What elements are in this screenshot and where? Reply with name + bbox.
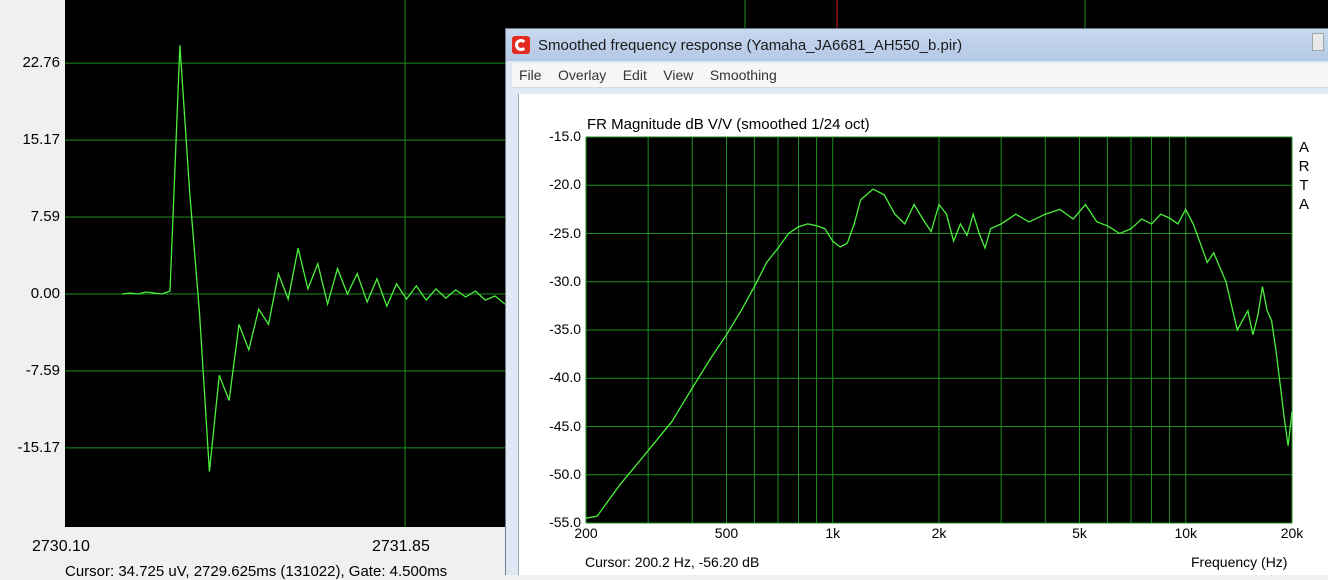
scroll-handle-icon[interactable] — [1312, 33, 1324, 51]
bg-y-tick: -7.59 — [25, 362, 60, 379]
menu-view[interactable]: View — [658, 63, 698, 87]
fr-x-tick: 1k — [825, 525, 841, 541]
bg-y-tick: -15.17 — [17, 439, 60, 456]
plot-client-area: FR Magnitude dB V/V (smoothed 1/24 oct) … — [518, 94, 1328, 575]
fr-y-tick: -15.0 — [549, 128, 581, 144]
frequency-response-window[interactable]: Smoothed frequency response (Yamaha_JA66… — [505, 28, 1328, 575]
menu-bar: File Overlay Edit View Smoothing — [512, 63, 1328, 88]
fr-y-tick: -45.0 — [549, 417, 581, 434]
bg-y-tick: 15.17 — [22, 131, 60, 148]
fr-x-tick: 5k — [1072, 525, 1087, 541]
arta-letter: R — [1298, 158, 1310, 175]
frequency-response-plot[interactable] — [519, 94, 1328, 576]
fr-y-tick: -50.0 — [549, 465, 581, 482]
arta-letter: T — [1299, 177, 1309, 194]
bg-x-tick: 2730.10 — [32, 538, 90, 555]
fr-x-tick: 2k — [931, 525, 947, 541]
fr-y-tick: -25.0 — [549, 224, 581, 241]
fr-x-tick: 10k — [1174, 525, 1198, 541]
bg-y-tick: 7.59 — [30, 208, 60, 225]
window-title-bar[interactable]: Smoothed frequency response (Yamaha_JA66… — [506, 29, 1328, 61]
window-title: Smoothed frequency response (Yamaha_JA66… — [538, 37, 963, 54]
fr-y-tick: -20.0 — [549, 176, 581, 193]
fr-x-tick: 500 — [714, 525, 739, 541]
cursor-readout: Cursor: 200.2 Hz, -56.20 dB — [585, 554, 760, 570]
bg-y-tick: 0.00 — [30, 285, 60, 302]
bg-x-tick: 2731.85 — [372, 538, 430, 555]
arta-app-icon[interactable] — [512, 36, 530, 54]
fr-x-tick: 20k — [1280, 525, 1304, 541]
menu-file[interactable]: File — [514, 63, 547, 87]
menu-edit[interactable]: Edit — [618, 63, 652, 87]
bg-y-tick: 22.76 — [22, 54, 60, 71]
fr-y-tick: -30.0 — [549, 272, 581, 289]
arta-watermark: A R T A — [1297, 138, 1311, 214]
arta-letter: A — [1298, 139, 1309, 156]
menu-smoothing[interactable]: Smoothing — [705, 63, 782, 87]
bg-status-text: Cursor: 34.725 uV, 2729.625ms (131022), … — [65, 563, 448, 580]
x-axis-label: Frequency (Hz) — [1191, 554, 1288, 570]
fr-y-tick: -55.0 — [549, 514, 581, 530]
fr-x-tick: 200 — [574, 525, 598, 541]
fr-y-tick: -40.0 — [549, 369, 581, 386]
menu-overlay[interactable]: Overlay — [553, 63, 611, 87]
fr-y-tick: -35.0 — [549, 321, 581, 337]
bg-plot-strip — [505, 0, 1328, 28]
arta-letter: A — [1298, 196, 1309, 213]
